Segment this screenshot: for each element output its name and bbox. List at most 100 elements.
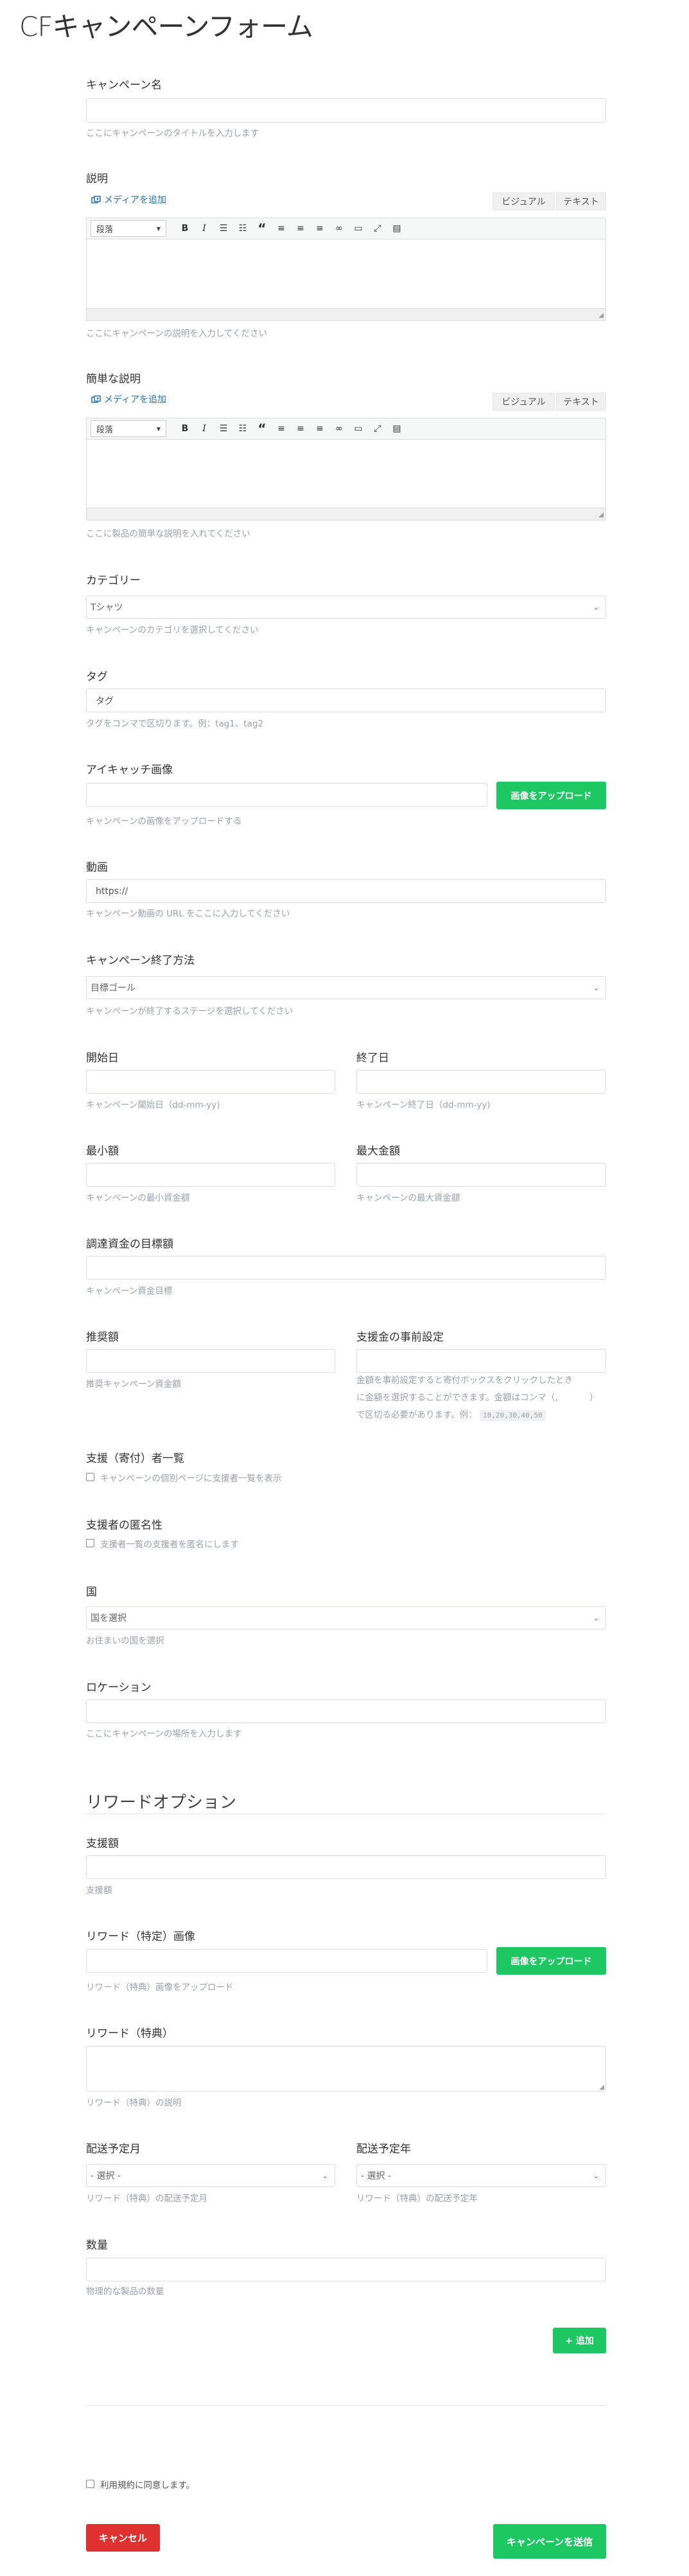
tab-visual-2[interactable]: ビジュアル <box>493 393 555 411</box>
video-url-input[interactable]: https:// <box>86 879 606 903</box>
format-select[interactable]: 段落 ▼ <box>91 220 166 237</box>
reward-textarea[interactable]: ◢ <box>86 2046 606 2091</box>
recommended-amount-help: 推奨キャンペーン資金額 <box>86 1379 181 1389</box>
reward-help: リワード（特典）の説明 <box>86 2098 182 2108</box>
delivery-month-select[interactable]: - 選択 - ⌄ <box>86 2164 335 2187</box>
toolbar-toggle-icon[interactable]: ▤ <box>387 219 406 237</box>
tab-text-2[interactable]: テキスト <box>556 393 606 411</box>
tags-label: タグ <box>86 671 108 683</box>
terms-checkbox-label[interactable]: 利用規約に同意します。 <box>100 2478 195 2491</box>
resize-handle-icon[interactable]: ◢ <box>598 312 604 319</box>
max-amount-input[interactable] <box>356 1163 606 1187</box>
pledge-amount-help: 支援額 <box>86 1885 112 1896</box>
end-method-label: キャンペーン終了方法 <box>86 954 195 967</box>
quantity-input[interactable] <box>86 2258 606 2281</box>
format-select-2[interactable]: 段落 ▼ <box>91 420 166 437</box>
description-editor-area[interactable] <box>86 239 606 309</box>
fullscreen-icon[interactable]: ⤢ <box>368 420 387 438</box>
italic-icon[interactable]: I <box>195 219 214 237</box>
reward-image-input[interactable] <box>86 1949 487 1973</box>
add-reward-button[interactable]: + 追加 <box>553 2328 606 2353</box>
terms-checkbox[interactable] <box>86 2480 94 2488</box>
resize-handle-icon[interactable]: ◢ <box>598 511 604 519</box>
description-help: ここにキャンペーンの説明を入力してください <box>86 329 268 339</box>
numbered-list-icon[interactable]: ☷ <box>233 420 252 438</box>
align-center-icon[interactable]: ≡ <box>291 219 310 237</box>
media-icon <box>91 195 101 204</box>
min-amount-label: 最小額 <box>86 1145 119 1158</box>
reward-image-help: リワード（特典）画像をアップロード <box>86 1982 234 1993</box>
backers-list-checkbox-label[interactable]: キャンペーンの個別ページに支援者一覧を表示 <box>100 1471 282 1484</box>
align-left-icon[interactable]: ≡ <box>272 420 291 438</box>
min-amount-input[interactable] <box>86 1163 335 1187</box>
preset-amounts-help-4: で区切る必要があります。例： 10,20,30,40,50 <box>356 1407 546 1424</box>
blockquote-icon[interactable]: “ <box>252 219 272 237</box>
short-description-label: 簡単な説明 <box>86 373 141 386</box>
backers-list-label: 支援（寄付）者一覧 <box>86 1452 184 1465</box>
reward-label: リワード（特典） <box>86 2027 173 2040</box>
end-date-input[interactable] <box>356 1070 606 1094</box>
pledge-amount-label: 支援額 <box>86 1837 119 1850</box>
bullet-list-icon[interactable]: ☰ <box>214 420 233 438</box>
delivery-year-label: 配送予定年 <box>356 2143 411 2156</box>
quantity-label: 数量 <box>86 2239 108 2252</box>
delivery-month-select-value: - 選択 - <box>91 2171 121 2181</box>
preset-amounts-label: 支援金の事前設定 <box>356 1331 444 1344</box>
backer-anonymity-checkbox-label[interactable]: 支援者一覧の支援者を匿名にします <box>100 1537 239 1550</box>
bold-icon[interactable]: B <box>175 219 195 237</box>
backer-anonymity-checkbox[interactable] <box>86 1539 94 1547</box>
tab-visual[interactable]: ビジュアル <box>493 193 555 210</box>
numbered-list-icon[interactable]: ☷ <box>233 219 252 237</box>
fullscreen-icon[interactable]: ⤢ <box>368 219 387 237</box>
short-description-editor-area[interactable] <box>86 440 606 508</box>
delivery-year-select[interactable]: - 選択 - ⌄ <box>356 2164 606 2187</box>
chevron-down-icon: ▼ <box>156 225 161 232</box>
delivery-month-label: 配送予定月 <box>86 2143 141 2156</box>
location-help: ここにキャンペーンの場所を入力します <box>86 1729 242 1739</box>
submit-campaign-button[interactable]: キャンペーンを送信 <box>493 2524 606 2559</box>
read-more-icon[interactable]: ▭ <box>349 420 368 438</box>
align-center-icon[interactable]: ≡ <box>291 420 310 438</box>
preset-amounts-help-2: に金額を選択することができます。金額はコンマ（, <box>356 1393 558 1403</box>
resize-handle-icon[interactable]: ◢ <box>599 2084 604 2091</box>
align-right-icon[interactable]: ≡ <box>310 219 329 237</box>
preset-amounts-input[interactable] <box>356 1349 606 1373</box>
cancel-button[interactable]: キャンセル <box>86 2524 160 2552</box>
tags-input[interactable]: タグ <box>86 689 606 712</box>
upload-reward-image-button[interactable]: 画像をアップロード <box>496 1947 606 1975</box>
end-method-help: キャンペーンが終了するステージを選択してください <box>86 1006 293 1017</box>
country-select[interactable]: 国を選択 ⌄ <box>86 1606 606 1629</box>
add-media-button[interactable]: メディアを追加 <box>91 193 166 206</box>
featured-image-input[interactable] <box>86 783 487 807</box>
end-method-select[interactable]: 目標ゴール ⌄ <box>86 976 606 999</box>
toolbar-toggle-icon[interactable]: ▤ <box>387 420 406 438</box>
recommended-amount-input[interactable] <box>86 1349 335 1373</box>
link-icon[interactable]: ∞ <box>329 420 349 438</box>
backer-anonymity-label: 支援者の匿名性 <box>86 1519 162 1532</box>
backers-list-checkbox[interactable] <box>86 1473 94 1481</box>
upload-image-button[interactable]: 画像をアップロード <box>496 782 606 809</box>
italic-icon[interactable]: I <box>195 420 214 438</box>
delivery-month-help: リワード（特典）の配送予定月 <box>86 2194 207 2204</box>
bullet-list-icon[interactable]: ☰ <box>214 219 233 237</box>
start-date-input[interactable] <box>86 1070 335 1094</box>
tab-text[interactable]: テキスト <box>556 193 606 210</box>
page-title: CFキャンペーンフォーム <box>19 11 313 42</box>
align-right-icon[interactable]: ≡ <box>310 420 329 438</box>
preset-amounts-help-3: ） <box>589 1393 598 1403</box>
category-select-value: Tシャツ <box>91 603 123 613</box>
category-select[interactable]: Tシャツ ⌄ <box>86 596 606 619</box>
align-left-icon[interactable]: ≡ <box>272 219 291 237</box>
blockquote-icon[interactable]: “ <box>252 420 272 438</box>
pledge-amount-input[interactable] <box>86 1855 606 1879</box>
start-date-help: キャンペーン開始日（dd-mm-yy) <box>86 1100 220 1110</box>
bold-icon[interactable]: B <box>175 420 195 438</box>
location-input[interactable] <box>86 1699 606 1723</box>
link-icon[interactable]: ∞ <box>329 219 349 237</box>
add-media-button-2[interactable]: メディアを追加 <box>91 393 166 406</box>
funding-goal-input[interactable] <box>86 1256 606 1280</box>
campaign-name-input[interactable] <box>86 98 606 123</box>
recommended-amount-label: 推奨額 <box>86 1331 119 1344</box>
featured-image-help: キャンペーンの画像をアップロードする <box>86 816 242 827</box>
read-more-icon[interactable]: ▭ <box>349 219 368 237</box>
